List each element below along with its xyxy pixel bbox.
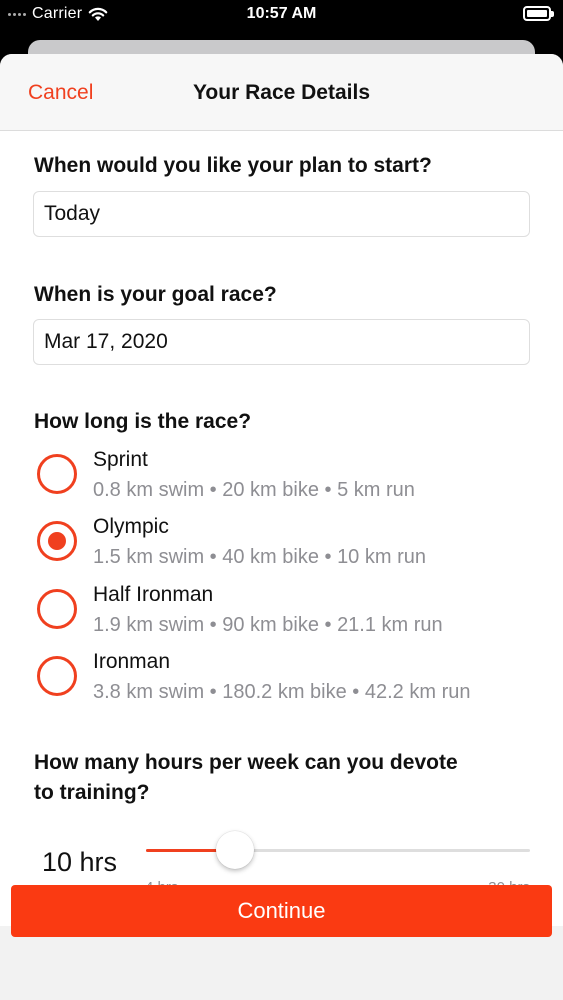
race-option-ironman[interactable]: Ironman 3.8 km swim • 180.2 km bike • 42…	[34, 650, 534, 712]
race-option-detail: 3.8 km swim • 180.2 km bike • 42.2 km ru…	[93, 681, 471, 703]
race-option-olympic[interactable]: Olympic 1.5 km swim • 40 km bike • 10 km…	[34, 515, 534, 577]
goal-question: When is your goal race?	[34, 283, 277, 306]
bottom-bar	[0, 926, 563, 1000]
hours-slider[interactable]	[146, 831, 530, 869]
race-option-name: Ironman	[93, 650, 171, 673]
hours-question: How many hours per week can you devote t…	[34, 748, 458, 808]
hours-question-line2: to training?	[34, 781, 150, 804]
radio-button[interactable]	[37, 454, 77, 494]
page-title: Your Race Details	[192, 81, 370, 104]
hours-question-line1: How many hours per week can you devote	[34, 751, 458, 774]
race-option-detail: 0.8 km swim • 20 km bike • 5 km run	[93, 479, 415, 501]
start-question: When would you like your plan to start?	[34, 154, 432, 177]
slider-thumb[interactable]	[215, 831, 254, 869]
continue-button[interactable]: Continue	[11, 885, 552, 937]
radio-button[interactable]	[37, 589, 77, 629]
radio-button-selected[interactable]	[37, 521, 77, 561]
battery-icon	[523, 6, 554, 21]
race-length-question: How long is the race?	[34, 410, 252, 433]
race-option-detail: 1.5 km swim • 40 km bike • 10 km run	[93, 546, 426, 568]
goal-race-date-field[interactable]: Mar 17, 2020	[33, 319, 530, 365]
nav-bar: Cancel Your Race Details	[0, 54, 563, 131]
race-option-name: Sprint	[93, 448, 148, 471]
race-option-sprint[interactable]: Sprint 0.8 km swim • 20 km bike • 5 km r…	[34, 448, 534, 510]
start-date-field[interactable]: Today	[33, 191, 530, 237]
race-option-name: Half Ironman	[93, 583, 214, 606]
radio-button[interactable]	[37, 656, 77, 696]
race-option-half-ironman[interactable]: Half Ironman 1.9 km swim • 90 km bike • …	[34, 583, 534, 645]
status-bar: Carrier 10:57 AM	[0, 0, 563, 32]
hours-value: 10 hrs	[42, 847, 118, 877]
radio-selected-dot	[48, 532, 66, 550]
race-details-sheet: Cancel Your Race Details When would you …	[0, 54, 563, 1000]
status-time: 10:57 AM	[246, 5, 317, 22]
race-option-name: Olympic	[93, 515, 169, 538]
race-option-detail: 1.9 km swim • 90 km bike • 21.1 km run	[93, 614, 443, 636]
